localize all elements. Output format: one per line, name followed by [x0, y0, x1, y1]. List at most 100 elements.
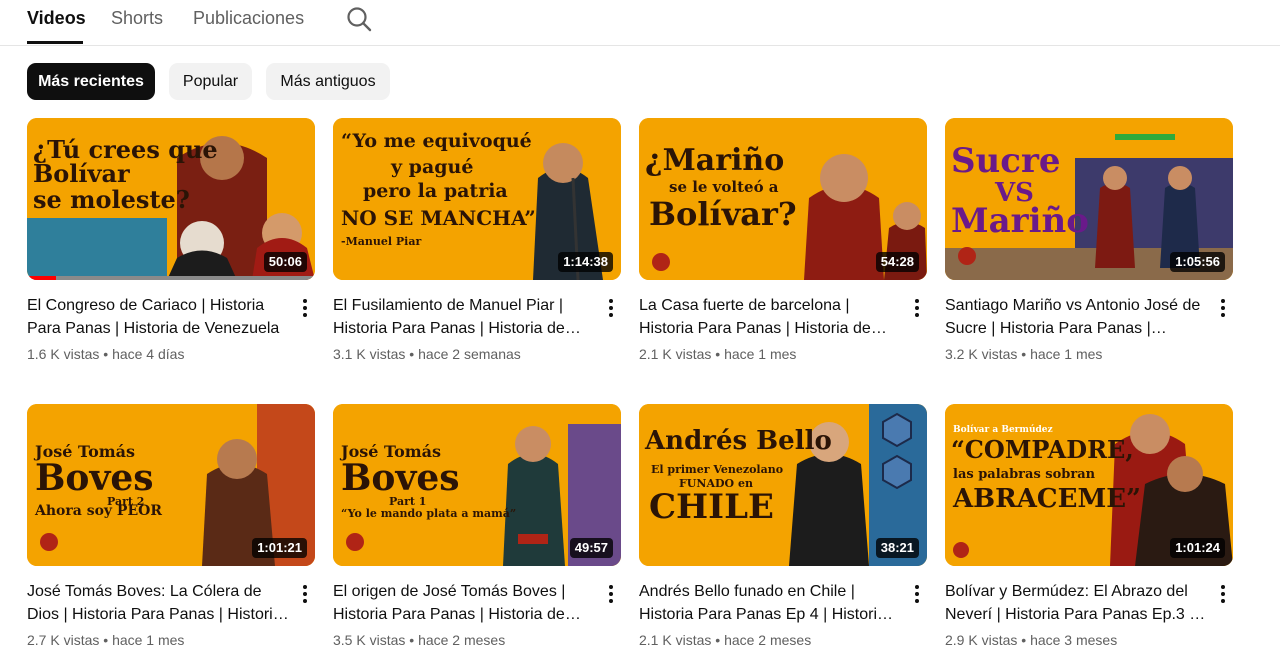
- thumbnail-caption-line: Mariño: [951, 201, 1089, 241]
- channel-tabs: Videos Shorts Publicaciones: [0, 0, 1280, 46]
- duration-badge: 1:01:21: [252, 538, 307, 558]
- search-button[interactable]: [344, 4, 374, 34]
- upload-age: hace 1 mes: [724, 346, 797, 362]
- more-vert-icon: [915, 585, 919, 589]
- upload-age: hace 1 mes: [112, 632, 185, 648]
- more-vert-icon: [1221, 585, 1225, 589]
- more-vert-icon: [915, 299, 919, 303]
- upload-age: hace 1 mes: [1030, 346, 1103, 362]
- duration-badge: 1:05:56: [1170, 252, 1225, 272]
- more-actions-button[interactable]: [1213, 582, 1233, 606]
- more-vert-icon: [609, 585, 613, 589]
- view-count: 3.5 K vistas: [333, 632, 406, 648]
- upload-age: hace 2 meses: [418, 632, 506, 648]
- more-actions-button[interactable]: [1213, 296, 1233, 320]
- thumbnail-caption-line: las palabras sobran: [953, 467, 1096, 482]
- upload-age: hace 4 días: [112, 346, 185, 362]
- upload-age: hace 2 semanas: [418, 346, 521, 362]
- duration-badge: 50:06: [263, 252, 307, 272]
- thumbnail-caption-line: se moleste?: [33, 185, 190, 214]
- thumbnail-caption-line: Bolívar a Bermúdez: [953, 425, 1053, 435]
- more-actions-button[interactable]: [295, 296, 315, 320]
- thumbnail-caption-line: Sucre: [951, 141, 1061, 181]
- thumbnail-caption-line: “Yo me equivoqué: [341, 130, 532, 152]
- video-thumbnail[interactable]: ¿Tú crees que Bolívar se moleste? 50:06: [27, 118, 315, 280]
- video-title[interactable]: El origen de José Tomás Boves | Historia…: [333, 580, 595, 626]
- view-count: 3.1 K vistas: [333, 346, 406, 362]
- more-vert-icon: [303, 299, 307, 303]
- tab-shorts[interactable]: Shorts: [111, 7, 163, 29]
- duration-badge: 54:28: [875, 252, 919, 272]
- video-title[interactable]: Santiago Mariño vs Antonio José de Sucre…: [945, 294, 1207, 340]
- video-title[interactable]: La Casa fuerte de barcelona | Historia P…: [639, 294, 901, 340]
- more-actions-button[interactable]: [295, 582, 315, 606]
- upload-age: hace 3 meses: [1030, 632, 1118, 648]
- more-vert-icon: [609, 299, 613, 303]
- thumbnail-caption-line: se le volteó a: [669, 178, 779, 196]
- video-stats: 3.1 K vistas • hace 2 semanas: [333, 346, 521, 362]
- more-actions-button[interactable]: [601, 296, 621, 320]
- video-title[interactable]: El Fusilamiento de Manuel Piar | Histori…: [333, 294, 595, 340]
- video-thumbnail[interactable]: José Tomás Boves Part 2 Ahora soy PEOR 1…: [27, 404, 315, 566]
- video-stats: 3.2 K vistas • hace 1 mes: [945, 346, 1103, 362]
- thumbnail-caption-line: El primer Venezolano: [651, 463, 784, 476]
- duration-badge: 38:21: [875, 538, 919, 558]
- thumbnail-caption-line: ABRACEME”: [953, 484, 1141, 514]
- thumbnail-caption-line: Ahora soy PEOR: [35, 503, 162, 519]
- chip-mas-recientes[interactable]: Más recientes: [27, 63, 155, 100]
- more-actions-button[interactable]: [601, 582, 621, 606]
- thumbnail-caption-line: y pagué: [391, 156, 474, 178]
- duration-badge: 1:14:38: [558, 252, 613, 272]
- tab-videos[interactable]: Videos: [27, 7, 86, 29]
- video-thumbnail[interactable]: José Tomás Boves Part 1 “Yo le mando pla…: [333, 404, 621, 566]
- thumbnail-caption-line: pero la patria: [363, 180, 508, 202]
- video-stats: 2.1 K vistas • hace 1 mes: [639, 346, 797, 362]
- view-count: 2.9 K vistas: [945, 632, 1018, 648]
- thumbnail-caption-line: Boves: [35, 457, 154, 499]
- chip-popular[interactable]: Popular: [169, 63, 252, 100]
- more-vert-icon: [1221, 299, 1225, 303]
- video-title[interactable]: El Congreso de Cariaco | Historia Para P…: [27, 294, 289, 340]
- more-actions-button[interactable]: [907, 296, 927, 320]
- video-thumbnail[interactable]: Sucre VS Mariño 1:05:56: [945, 118, 1233, 280]
- video-thumbnail[interactable]: “Yo me equivoqué y pagué pero la patria …: [333, 118, 621, 280]
- upload-age: hace 2 meses: [724, 632, 812, 648]
- video-title[interactable]: Andrés Bello funado en Chile | Historia …: [639, 580, 901, 626]
- thumbnail-caption-line: Andrés Bello: [645, 426, 832, 456]
- video-thumbnail[interactable]: Bolívar a Bermúdez “COMPADRE, las palabr…: [945, 404, 1233, 566]
- video-stats: 2.9 K vistas • hace 3 meses: [945, 632, 1118, 648]
- active-tab-indicator: [27, 41, 83, 44]
- video-stats: 2.7 K vistas • hace 1 mes: [27, 632, 185, 648]
- thumbnail-caption-line: Bolívar?: [649, 195, 797, 233]
- video-title[interactable]: José Tomás Boves: La Cólera de Dios | Hi…: [27, 580, 289, 626]
- thumbnail-caption-line: “COMPADRE,: [951, 435, 1134, 464]
- more-vert-icon: [303, 585, 307, 589]
- chip-mas-antiguos[interactable]: Más antiguos: [266, 63, 390, 100]
- search-icon: [347, 7, 372, 32]
- view-count: 2.1 K vistas: [639, 346, 712, 362]
- video-thumbnail[interactable]: Andrés Bello El primer Venezolano FUNADO…: [639, 404, 927, 566]
- view-count: 1.6 K vistas: [27, 346, 100, 362]
- duration-badge: 1:01:24: [1170, 538, 1225, 558]
- view-count: 3.2 K vistas: [945, 346, 1018, 362]
- watch-progress-bar: [27, 276, 315, 280]
- thumbnail-caption-line: CHILE: [649, 487, 774, 527]
- thumbnail-caption-line: ¿Mariño: [645, 143, 785, 178]
- thumbnail-caption-line: Boves: [341, 457, 460, 499]
- video-thumbnail[interactable]: ¿Mariño se le volteó a Bolívar? 54:28: [639, 118, 927, 280]
- thumbnail-caption-line: Part 1: [389, 495, 427, 508]
- thumbnail-caption-line: Bolívar: [33, 159, 130, 188]
- view-count: 2.7 K vistas: [27, 632, 100, 648]
- video-stats: 2.1 K vistas • hace 2 meses: [639, 632, 812, 648]
- video-stats: 1.6 K vistas • hace 4 días: [27, 346, 185, 362]
- tab-publicaciones[interactable]: Publicaciones: [193, 7, 304, 29]
- thumbnail-caption-line: “Yo le mando plata a mamá”: [341, 507, 517, 520]
- watch-progress-fill: [27, 276, 56, 280]
- thumbnail-caption-line: NO SE MANCHA”: [341, 206, 536, 230]
- video-stats: 3.5 K vistas • hace 2 meses: [333, 632, 506, 648]
- video-title[interactable]: Bolívar y Bermúdez: El Abrazo del Neverí…: [945, 580, 1207, 626]
- more-actions-button[interactable]: [907, 582, 927, 606]
- thumbnail-caption-line: -Manuel Piar: [341, 235, 422, 248]
- duration-badge: 49:57: [569, 538, 613, 558]
- view-count: 2.1 K vistas: [639, 632, 712, 648]
